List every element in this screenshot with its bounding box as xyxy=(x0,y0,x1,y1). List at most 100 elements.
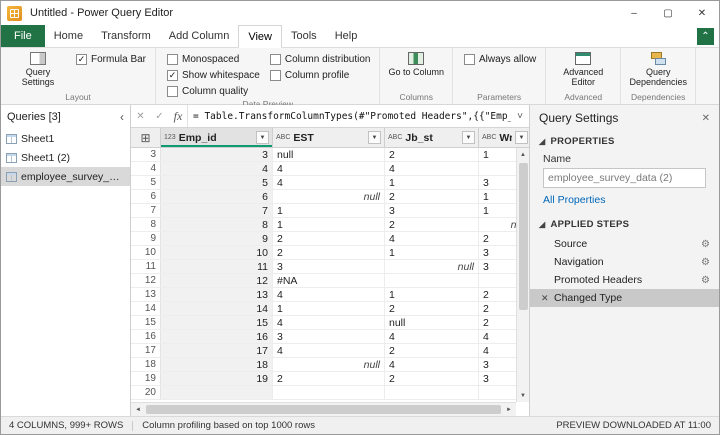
cell[interactable]: 12 xyxy=(161,274,273,287)
horizontal-scrollbar[interactable]: ◄ ► xyxy=(131,402,516,416)
row-number[interactable]: 13 xyxy=(131,288,161,301)
cell[interactable]: 6 xyxy=(161,190,273,203)
maximize-button[interactable]: ▢ xyxy=(651,1,685,25)
vertical-scrollbar-thumb[interactable] xyxy=(518,163,528,311)
cell[interactable]: null xyxy=(385,260,479,273)
cell[interactable]: 2 xyxy=(385,218,479,231)
cell[interactable]: 3 xyxy=(273,260,385,273)
row-number[interactable]: 11 xyxy=(131,260,161,273)
cell[interactable]: 4 xyxy=(385,330,479,343)
cell[interactable]: 2 xyxy=(385,190,479,203)
row-number[interactable]: 15 xyxy=(131,316,161,329)
column-header-jb-st[interactable]: ABC Jb_st ▼ xyxy=(385,128,479,147)
cell[interactable]: 19 xyxy=(161,372,273,385)
tab-transform[interactable]: Transform xyxy=(92,25,160,47)
step-settings-gear-icon[interactable]: ⚙ xyxy=(701,257,710,268)
row-number[interactable]: 14 xyxy=(131,302,161,315)
cell[interactable]: 3 xyxy=(273,330,385,343)
cell[interactable]: 16 xyxy=(161,330,273,343)
cell[interactable]: 18 xyxy=(161,358,273,371)
cell[interactable]: 13 xyxy=(161,288,273,301)
all-properties-link[interactable]: All Properties xyxy=(530,188,719,214)
formula-cancel-icon[interactable]: ✕ xyxy=(131,105,150,127)
checkbox-always-allow[interactable]: Always allow xyxy=(463,53,536,66)
query-item-sheet1[interactable]: Sheet1 xyxy=(1,129,130,148)
cell[interactable] xyxy=(273,386,385,399)
checkbox-column-quality[interactable]: Column quality xyxy=(167,85,260,98)
cell[interactable]: null xyxy=(273,148,385,161)
delete-step-icon[interactable]: ✕ xyxy=(541,293,554,304)
cell[interactable]: 4 xyxy=(273,316,385,329)
row-number[interactable]: 3 xyxy=(131,148,161,161)
cell[interactable]: 4 xyxy=(161,162,273,175)
applied-step-source[interactable]: Source ⚙ xyxy=(530,235,719,253)
cell[interactable]: 3 xyxy=(161,148,273,161)
formula-check-icon[interactable]: ✓ xyxy=(150,105,169,127)
row-number[interactable]: 4 xyxy=(131,162,161,175)
cell[interactable]: null xyxy=(273,190,385,203)
cell[interactable]: 1 xyxy=(385,176,479,189)
checkbox-column-profile[interactable]: Column profile xyxy=(269,69,371,82)
applied-steps-section-header[interactable]: ◢ APPLIED STEPS xyxy=(530,214,719,233)
cell[interactable]: 10 xyxy=(161,246,273,259)
cell[interactable]: 1 xyxy=(273,218,385,231)
cell[interactable]: 2 xyxy=(273,246,385,259)
scroll-right-icon[interactable]: ► xyxy=(502,407,516,413)
vertical-scrollbar[interactable]: ▲ ▼ xyxy=(516,148,529,402)
checkbox-column-distribution[interactable]: Column distribution xyxy=(269,53,370,66)
cell[interactable]: 2 xyxy=(273,232,385,245)
cell[interactable]: 14 xyxy=(161,302,273,315)
filter-dropdown-icon[interactable]: ▼ xyxy=(515,131,528,144)
tab-add-column[interactable]: Add Column xyxy=(160,25,239,47)
cell[interactable]: 2 xyxy=(385,372,479,385)
collapse-ribbon-button[interactable]: ⌃ xyxy=(697,28,714,45)
cell[interactable]: 1 xyxy=(273,302,385,315)
go-to-column-button[interactable]: Go to Column xyxy=(385,50,447,77)
row-number[interactable]: 9 xyxy=(131,232,161,245)
cell[interactable]: null xyxy=(273,358,385,371)
row-number[interactable]: 8 xyxy=(131,218,161,231)
filter-dropdown-icon[interactable]: ▼ xyxy=(368,131,381,144)
cell[interactable]: 17 xyxy=(161,344,273,357)
row-number[interactable]: 16 xyxy=(131,330,161,343)
tab-tools[interactable]: Tools xyxy=(282,25,326,47)
cell[interactable]: 1 xyxy=(385,288,479,301)
cell[interactable]: 9 xyxy=(161,232,273,245)
column-header-emp-id[interactable]: 123 Emp_id ▼ xyxy=(161,128,273,147)
column-header-wr[interactable]: ABC Wr ▼ xyxy=(479,128,529,147)
cell[interactable]: 2 xyxy=(385,344,479,357)
applied-step-navigation[interactable]: Navigation ⚙ xyxy=(530,253,719,271)
row-number[interactable]: 6 xyxy=(131,190,161,203)
advanced-editor-button[interactable]: Advanced Editor xyxy=(551,50,615,87)
cell[interactable]: 11 xyxy=(161,260,273,273)
properties-section-header[interactable]: ◢ PROPERTIES xyxy=(530,131,719,150)
scroll-up-icon[interactable]: ▲ xyxy=(517,148,530,161)
filter-dropdown-icon[interactable]: ▼ xyxy=(462,131,475,144)
cell[interactable]: 2 xyxy=(385,148,479,161)
cell[interactable]: 8 xyxy=(161,218,273,231)
query-settings-button[interactable]: Query Settings xyxy=(6,50,70,87)
scroll-left-icon[interactable]: ◄ xyxy=(131,407,145,413)
file-tab[interactable]: File xyxy=(1,25,45,47)
minimize-button[interactable]: – xyxy=(617,1,651,25)
query-name-input[interactable] xyxy=(543,168,706,188)
tab-home[interactable]: Home xyxy=(45,25,92,47)
cell[interactable]: 2 xyxy=(273,372,385,385)
row-number[interactable]: 18 xyxy=(131,358,161,371)
row-number[interactable]: 5 xyxy=(131,176,161,189)
query-dependencies-button[interactable]: Query Dependencies xyxy=(626,50,690,87)
filter-dropdown-icon[interactable]: ▼ xyxy=(256,131,269,144)
formula-input[interactable]: = Table.TransformColumnTypes(#"Promoted … xyxy=(188,105,511,127)
row-number[interactable]: 10 xyxy=(131,246,161,259)
cell[interactable]: 1 xyxy=(273,204,385,217)
cell[interactable]: 4 xyxy=(385,162,479,175)
checkbox-monospaced[interactable]: Monospaced xyxy=(167,53,260,66)
collapse-queries-pane-icon[interactable]: ‹ xyxy=(120,110,124,124)
scroll-down-icon[interactable]: ▼ xyxy=(517,389,530,402)
checkbox-formula-bar[interactable]: ✓ Formula Bar xyxy=(76,53,146,66)
tab-help[interactable]: Help xyxy=(326,25,367,47)
cell[interactable]: 4 xyxy=(273,176,385,189)
cell[interactable]: 4 xyxy=(385,232,479,245)
cell[interactable]: #NA xyxy=(273,274,385,287)
close-button[interactable]: ✕ xyxy=(685,1,719,25)
